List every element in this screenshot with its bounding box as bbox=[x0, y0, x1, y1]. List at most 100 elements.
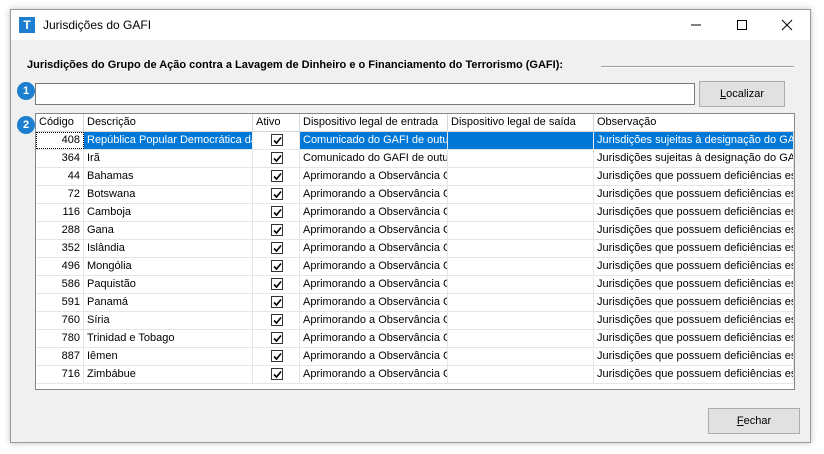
ativo-checkbox[interactable] bbox=[271, 206, 283, 218]
table-row[interactable]: 780 Trinidad e Tobago Aprimorando a Observ… bbox=[36, 330, 794, 348]
check-icon bbox=[273, 136, 282, 145]
cell-entrada: Aprimorando a Observância G bbox=[300, 258, 448, 275]
cell-observacao: Jurisdições que possuem deficiências est… bbox=[594, 276, 794, 293]
table-row[interactable]: 591 Panamá Aprimorando a Observância G Juri… bbox=[36, 294, 794, 312]
ativo-checkbox[interactable] bbox=[271, 242, 283, 254]
check-icon bbox=[273, 334, 282, 343]
ativo-checkbox[interactable] bbox=[271, 314, 283, 326]
table-row[interactable]: 116 Camboja Aprimorando a Observância G Jur… bbox=[36, 204, 794, 222]
cell-ativo bbox=[253, 150, 300, 167]
table-row[interactable]: 887 Iêmen Aprimorando a Observância G Juris… bbox=[36, 348, 794, 366]
cell-descricao: Islândia bbox=[84, 240, 253, 257]
check-icon bbox=[273, 316, 282, 325]
ativo-checkbox[interactable] bbox=[271, 260, 283, 272]
cell-entrada: Comunicado do GAFI de outub bbox=[300, 132, 448, 149]
cell-codigo: 288 bbox=[36, 222, 84, 239]
cell-ativo bbox=[253, 240, 300, 257]
cell-observacao: Jurisdições que possuem deficiências est… bbox=[594, 330, 794, 347]
cell-saida bbox=[448, 240, 594, 257]
ativo-checkbox[interactable] bbox=[271, 296, 283, 308]
cell-saida bbox=[448, 348, 594, 365]
col-header-saida[interactable]: Dispositivo legal de saída bbox=[448, 114, 594, 131]
ativo-checkbox[interactable] bbox=[271, 188, 283, 200]
minimize-icon bbox=[691, 24, 701, 26]
table-row[interactable]: 288 Gana Aprimorando a Observância G Jurisd… bbox=[36, 222, 794, 240]
fechar-accel-key: F bbox=[736, 415, 744, 427]
cell-ativo bbox=[253, 312, 300, 329]
cell-ativo bbox=[253, 348, 300, 365]
check-icon bbox=[273, 226, 282, 235]
cell-saida bbox=[448, 330, 594, 347]
cell-codigo: 44 bbox=[36, 168, 84, 185]
table-row[interactable]: 44 Bahamas Aprimorando a Observância G Juri… bbox=[36, 168, 794, 186]
title-bar[interactable]: T Jurisdições do GAFI bbox=[11, 10, 810, 40]
window-title: Jurisdições do GAFI bbox=[43, 18, 152, 32]
cell-saida bbox=[448, 312, 594, 329]
cell-ativo bbox=[253, 330, 300, 347]
cell-saida bbox=[448, 168, 594, 185]
ativo-checkbox[interactable] bbox=[271, 134, 283, 146]
cell-descricao: Camboja bbox=[84, 204, 253, 221]
fechar-label: echar bbox=[743, 415, 772, 427]
cell-observacao: Jurisdições que possuem deficiências est… bbox=[594, 258, 794, 275]
cell-descricao: Mongólia bbox=[84, 258, 253, 275]
table-row[interactable]: 586 Paquistão Aprimorando a Observância G J… bbox=[36, 276, 794, 294]
cell-descricao: Gana bbox=[84, 222, 253, 239]
localizar-button[interactable]: Localizar bbox=[699, 81, 785, 107]
cell-observacao: Jurisdições sujeitas à designação do GAF bbox=[594, 132, 794, 149]
cell-ativo bbox=[253, 294, 300, 311]
cell-observacao: Jurisdições que possuem deficiências est… bbox=[594, 186, 794, 203]
col-header-descricao[interactable]: Descrição bbox=[84, 114, 253, 131]
table-header: Código Descrição Ativo Dispositivo legal… bbox=[36, 114, 794, 132]
cell-codigo: 591 bbox=[36, 294, 84, 311]
ativo-checkbox[interactable] bbox=[271, 278, 283, 290]
cell-ativo bbox=[253, 168, 300, 185]
cell-codigo: 760 bbox=[36, 312, 84, 329]
ativo-checkbox[interactable] bbox=[271, 224, 283, 236]
cell-observacao: Jurisdições que possuem deficiências est… bbox=[594, 222, 794, 239]
cell-ativo bbox=[253, 366, 300, 383]
jurisdictions-table[interactable]: Código Descrição Ativo Dispositivo legal… bbox=[35, 113, 795, 390]
dialog-window: T Jurisdições do GAFI Jurisdições do Gru… bbox=[10, 9, 811, 443]
table-row[interactable]: 364 Irã Comunicado do GAFI de outub Jurisdi… bbox=[36, 150, 794, 168]
minimize-button[interactable] bbox=[673, 10, 719, 40]
table-row[interactable]: 496 Mongólia Aprimorando a Observância G Ju… bbox=[36, 258, 794, 276]
table-row[interactable]: 352 Islândia Aprimorando a Observância G Ju… bbox=[36, 240, 794, 258]
table-row[interactable]: 760 Síria Aprimorando a Observância G Juris… bbox=[36, 312, 794, 330]
col-header-ativo[interactable]: Ativo bbox=[253, 114, 300, 131]
cell-ativo bbox=[253, 258, 300, 275]
ativo-checkbox[interactable] bbox=[271, 350, 283, 362]
maximize-button[interactable] bbox=[719, 10, 765, 40]
cell-descricao: Iêmen bbox=[84, 348, 253, 365]
check-icon bbox=[273, 208, 282, 217]
ativo-checkbox[interactable] bbox=[271, 170, 283, 182]
check-icon bbox=[273, 298, 282, 307]
check-icon bbox=[273, 190, 282, 199]
cell-observacao: Jurisdições que possuem deficiências est… bbox=[594, 240, 794, 257]
group-title: Jurisdições do Grupo de Ação contra a La… bbox=[27, 59, 570, 71]
table-row[interactable]: 72 Botswana Aprimorando a Observância G Jur… bbox=[36, 186, 794, 204]
cell-entrada: Aprimorando a Observância G bbox=[300, 276, 448, 293]
close-icon bbox=[781, 19, 793, 31]
cell-descricao: Paquistão bbox=[84, 276, 253, 293]
col-header-entrada[interactable]: Dispositivo legal de entrada bbox=[300, 114, 448, 131]
ativo-checkbox[interactable] bbox=[271, 332, 283, 344]
fechar-button[interactable]: Fechar bbox=[708, 408, 800, 434]
cell-saida bbox=[448, 204, 594, 221]
localizar-label: ocalizar bbox=[726, 88, 765, 100]
cell-saida bbox=[448, 294, 594, 311]
close-button[interactable] bbox=[764, 10, 810, 40]
cell-codigo: 887 bbox=[36, 348, 84, 365]
table-row[interactable]: 716 Zimbábue Aprimorando a Observância G Ju… bbox=[36, 366, 794, 384]
cell-codigo: 72 bbox=[36, 186, 84, 203]
cell-entrada: Aprimorando a Observância G bbox=[300, 222, 448, 239]
table-row[interactable]: 408 República Popular Democrática da Comun… bbox=[36, 132, 794, 150]
search-input[interactable] bbox=[35, 83, 695, 105]
cell-observacao: Jurisdições que possuem deficiências est… bbox=[594, 168, 794, 185]
col-header-observacao[interactable]: Observação bbox=[594, 114, 794, 131]
check-icon bbox=[273, 370, 282, 379]
ativo-checkbox[interactable] bbox=[271, 152, 283, 164]
col-header-codigo[interactable]: Código bbox=[36, 114, 84, 131]
ativo-checkbox[interactable] bbox=[271, 368, 283, 380]
cell-observacao: Jurisdições que possuem deficiências est… bbox=[594, 204, 794, 221]
